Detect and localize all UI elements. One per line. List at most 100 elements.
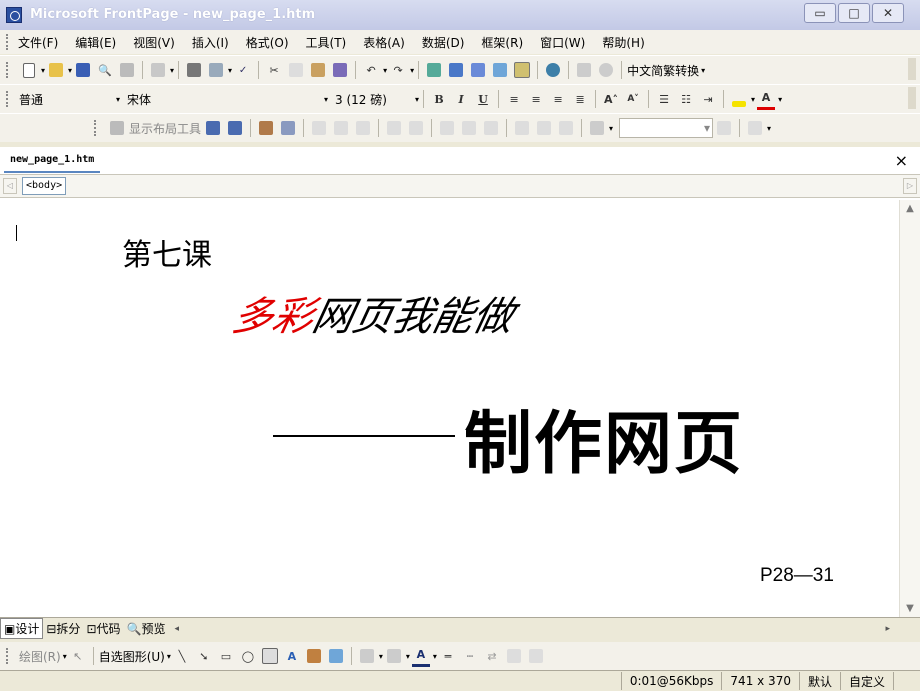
bold-button[interactable]: B [430, 90, 448, 108]
paste-icon[interactable] [309, 61, 327, 79]
arrow-icon[interactable]: ➘ [195, 647, 213, 665]
stop-icon[interactable] [597, 61, 615, 79]
menu-view[interactable]: 视图(V) [133, 34, 175, 51]
redo-icon[interactable]: ↷ [389, 61, 407, 79]
show-layout-tools-button[interactable]: 显示布局工具 [128, 118, 202, 138]
clipart-icon[interactable] [305, 647, 323, 665]
split-cells-icon[interactable] [407, 119, 425, 137]
3d-icon[interactable] [527, 647, 545, 665]
tab-preview[interactable]: 🔍 预览 [124, 619, 169, 638]
wordart-icon[interactable]: A [283, 647, 301, 665]
distribute-columns-icon[interactable] [535, 119, 553, 137]
toolbar-grip[interactable] [94, 120, 100, 136]
line-style-icon[interactable]: ═ [439, 647, 457, 665]
dash-style-icon[interactable]: ┅ [461, 647, 479, 665]
menu-insert[interactable]: 插入(I) [192, 34, 229, 51]
menu-help[interactable]: 帮助(H) [602, 34, 644, 51]
toggle-pane-icon[interactable] [149, 61, 167, 79]
bullet-list-icon[interactable]: ☷ [677, 90, 695, 108]
hyperlink-icon[interactable] [544, 61, 562, 79]
print-icon[interactable] [185, 61, 203, 79]
maximize-button[interactable]: □ [838, 3, 870, 23]
indent-icon[interactable]: ⇥ [699, 90, 717, 108]
minimize-button[interactable]: ▭ [804, 3, 836, 23]
underline-button[interactable]: U [474, 90, 492, 108]
shadow-icon[interactable] [505, 647, 523, 665]
align-center-icon[interactable]: ≡ [527, 90, 545, 108]
justify-icon[interactable]: ≣ [571, 90, 589, 108]
toolbar-grip[interactable] [6, 91, 12, 107]
insert-columns-icon[interactable] [332, 119, 350, 137]
decrease-font-icon[interactable]: A˅ [624, 90, 642, 108]
tab-split[interactable]: ⊟ 拆分 [43, 619, 83, 638]
page-size[interactable]: 741 x 370 [721, 672, 799, 690]
fill-down-icon[interactable] [746, 119, 764, 137]
cell-properties-icon[interactable] [279, 119, 297, 137]
align-right-icon[interactable]: ≡ [549, 90, 567, 108]
table-properties-icon[interactable] [257, 119, 275, 137]
menu-file[interactable]: 文件(F) [18, 34, 58, 51]
mode-indicator[interactable]: 默认 [798, 672, 840, 690]
autoformat-icon[interactable] [715, 119, 733, 137]
resize-grip[interactable] [893, 672, 920, 690]
picture-icon[interactable] [327, 647, 345, 665]
new-page-icon[interactable] [20, 61, 38, 79]
menu-data[interactable]: 数据(D) [422, 34, 465, 51]
copy-icon[interactable] [287, 61, 305, 79]
align-left-icon[interactable]: ≡ [505, 90, 523, 108]
align-bottom-icon[interactable] [482, 119, 500, 137]
line-color-icon[interactable] [385, 647, 403, 665]
line-icon[interactable]: ╲ [173, 647, 191, 665]
chinese-conversion-button[interactable]: 中文简繁转换 [626, 60, 700, 80]
oval-icon[interactable]: ◯ [239, 647, 257, 665]
web-component-icon[interactable] [425, 61, 443, 79]
print-preview-icon[interactable] [207, 61, 225, 79]
toolbar-grip[interactable] [6, 648, 12, 664]
font-select[interactable]: 宋体 [126, 89, 323, 109]
font-color-icon[interactable]: A [757, 89, 776, 110]
menu-table[interactable]: 表格(A) [363, 34, 405, 51]
font-color-icon[interactable]: A [411, 646, 430, 667]
close-document-icon[interactable]: × [895, 151, 908, 170]
textbox-icon[interactable] [261, 647, 279, 665]
rectangle-icon[interactable]: ▭ [217, 647, 235, 665]
menu-frames[interactable]: 框架(R) [481, 34, 523, 51]
increase-font-icon[interactable]: A˄ [602, 90, 620, 108]
scroll-down-icon[interactable]: ▼ [900, 600, 920, 617]
toolbar-grip[interactable] [6, 62, 12, 78]
scroll-right-icon[interactable]: ▸ [885, 624, 890, 634]
undo-icon[interactable]: ↶ [362, 61, 380, 79]
tag-scroll-left-icon[interactable]: ◁ [3, 178, 17, 194]
layout-tools-icon[interactable] [108, 119, 126, 137]
align-top-icon[interactable] [438, 119, 456, 137]
frontpage-app-icon[interactable] [6, 7, 22, 23]
draw-menu-button[interactable]: 绘图(R) [18, 646, 62, 666]
vertical-scrollbar[interactable]: ▲ ▼ [899, 200, 920, 617]
menu-edit[interactable]: 编辑(E) [75, 34, 116, 51]
fill-color-icon[interactable] [588, 119, 606, 137]
numbered-list-icon[interactable]: ☰ [655, 90, 673, 108]
menu-window[interactable]: 窗口(W) [540, 34, 585, 51]
menu-tools[interactable]: 工具(T) [306, 34, 347, 51]
open-folder-icon[interactable] [47, 61, 65, 79]
save-icon[interactable] [74, 61, 92, 79]
tab-design[interactable]: ▣ 设计 [0, 618, 44, 639]
fill-color-icon[interactable] [358, 647, 376, 665]
scroll-left-icon[interactable]: ◂ [174, 624, 179, 634]
highlight-icon[interactable] [730, 90, 748, 108]
body-tag-button[interactable]: <body> [22, 177, 67, 195]
font-size-select[interactable]: 3 (12 磅) [334, 89, 414, 109]
delete-cells-icon[interactable] [354, 119, 372, 137]
style-select[interactable]: 普通 [18, 89, 115, 109]
layout-cell-icon[interactable] [226, 119, 244, 137]
toolbar-overflow[interactable] [908, 87, 916, 109]
italic-button[interactable]: I [452, 90, 470, 108]
arrow-style-icon[interactable]: ⇄ [483, 647, 501, 665]
toolbar-overflow[interactable] [908, 58, 916, 80]
design-canvas[interactable]: 第七课 多彩网页我能做 制作网页 P28—31 [0, 200, 892, 617]
format-painter-icon[interactable] [331, 61, 349, 79]
toolbar-grip[interactable] [6, 34, 12, 50]
insert-picture-icon[interactable] [491, 61, 509, 79]
spelling-icon[interactable]: ✓ [234, 61, 252, 79]
tab-new-page[interactable]: new_page_1.htm [4, 147, 101, 173]
